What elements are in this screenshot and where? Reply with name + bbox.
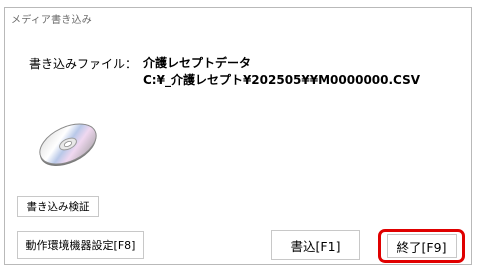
end-button-highlight: 終了[F9] xyxy=(378,229,465,263)
media-write-dialog: メディア書き込み 書き込みファイル： 介護レセプトデータ C:¥_介護レセプト¥… xyxy=(4,7,472,265)
write-file-path: C:¥_介護レセプト¥202505¥¥M0000000.CSV xyxy=(143,73,421,87)
write-file-name: 介護レセプトデータ xyxy=(143,56,252,70)
write-button[interactable]: 書込[F1] xyxy=(271,230,360,260)
window-title: メディア書き込み xyxy=(11,15,92,26)
cd-disc-icon xyxy=(35,118,101,168)
write-verify-button[interactable]: 書き込み検証 xyxy=(17,196,99,217)
end-button[interactable]: 終了[F9] xyxy=(386,234,457,258)
write-file-label: 書き込みファイル： xyxy=(29,57,138,71)
device-settings-button[interactable]: 動作環境機器設定[F8] xyxy=(17,231,144,259)
